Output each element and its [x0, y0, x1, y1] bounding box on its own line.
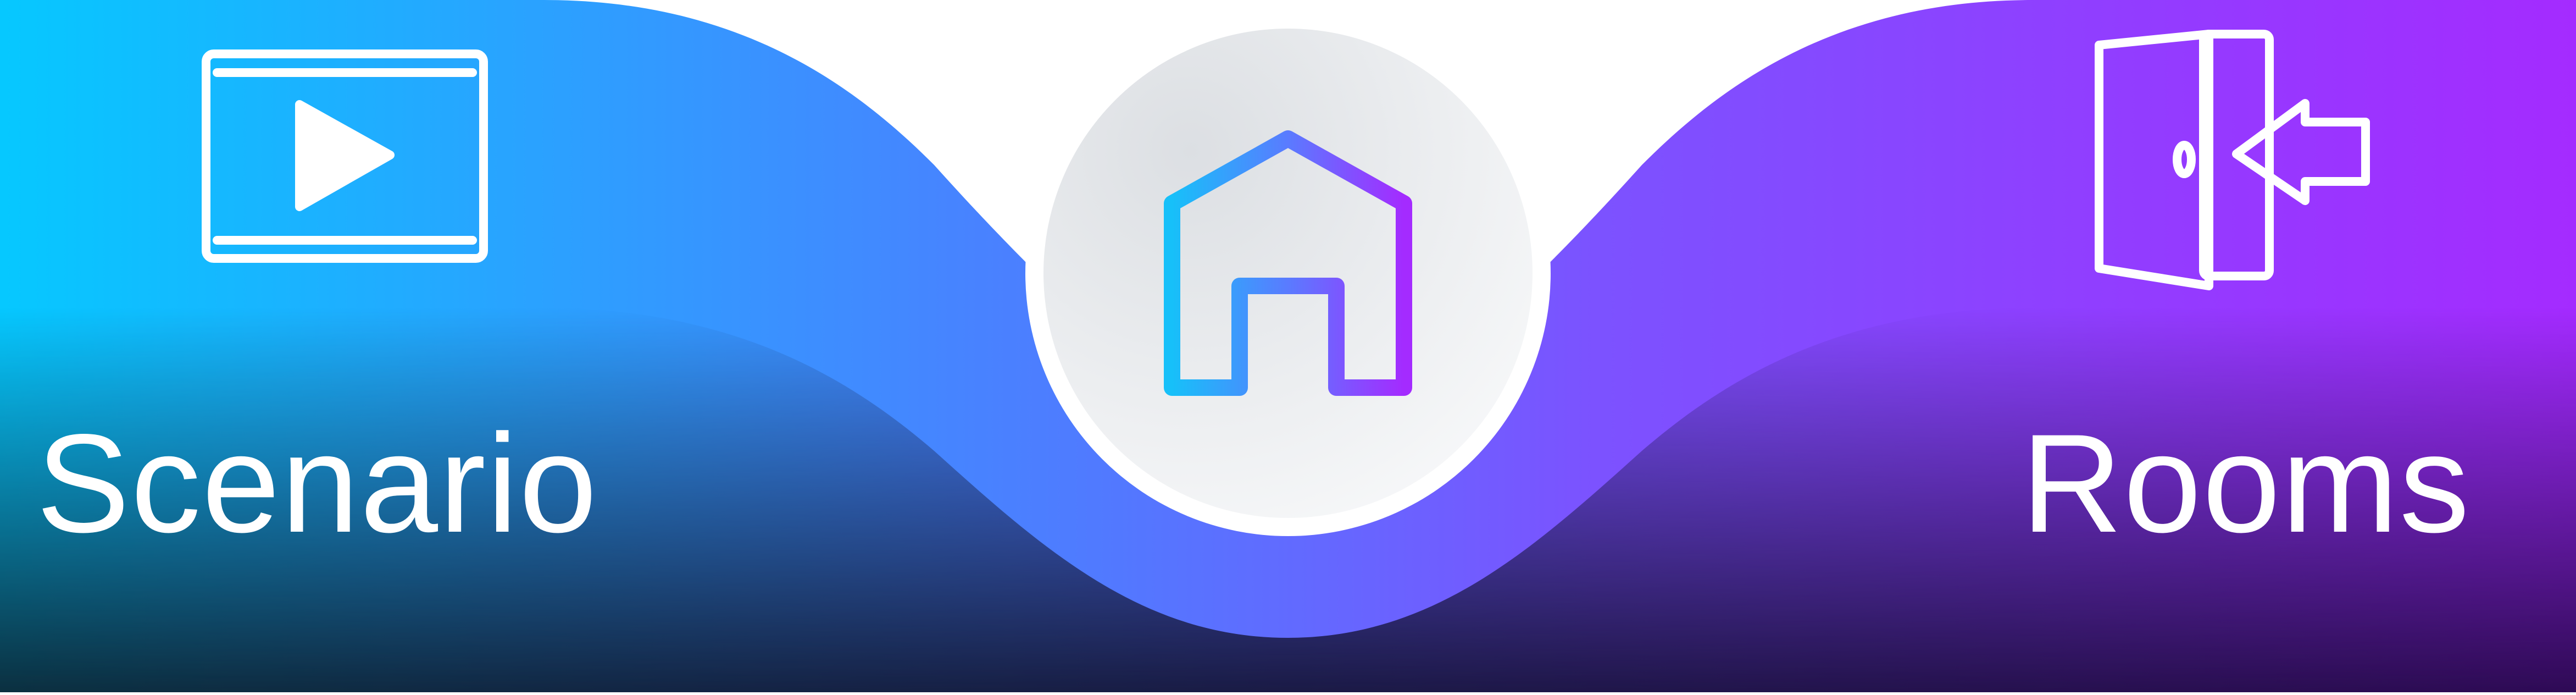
- bottom-nav-bar: Scenario Rooms: [0, 0, 2576, 692]
- rooms-label[interactable]: Rooms: [2021, 413, 2470, 554]
- scenario-label[interactable]: Scenario: [36, 413, 598, 554]
- home-fab-button[interactable]: [1043, 29, 1533, 518]
- nav-bar-background: [0, 0, 2576, 692]
